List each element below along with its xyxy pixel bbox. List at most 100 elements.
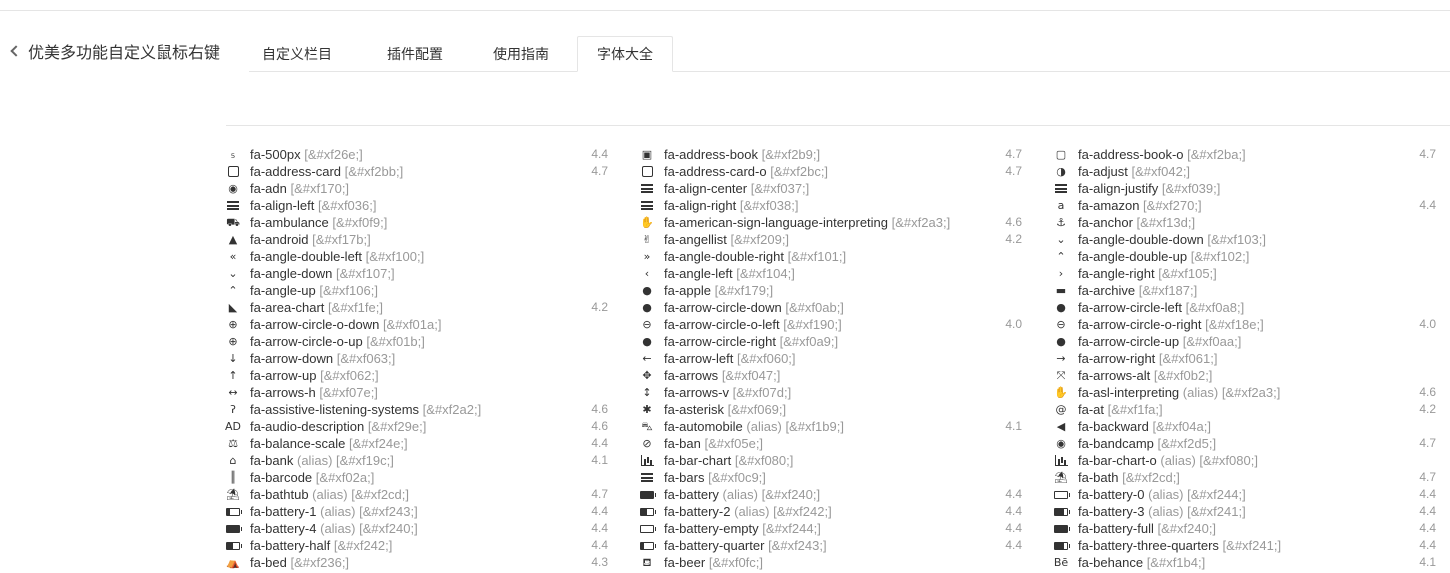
icon-class-name: fa-angle-right [&#xf105;] [1078, 265, 1217, 282]
icon-unicode: [&#xf2cd;] [351, 487, 410, 502]
icon-alias-tag: (alias) [1148, 487, 1184, 502]
icon-version: 4.4 [1005, 504, 1022, 518]
icon-list-item: ⛱ fa-bathtub (alias) [&#xf2cd;] 4.7 [226, 486, 608, 503]
arrows-h-icon: ↔ [228, 386, 238, 399]
icon-version: 4.6 [1005, 215, 1022, 229]
icon-class-name: fa-ban [&#xf05e;] [664, 435, 763, 452]
icon-list-item: fa-battery (alias) [&#xf240;] 4.4 [640, 486, 1022, 503]
icon-name: fa-angle-double-up [1078, 249, 1188, 264]
icon-list-item: ▣ fa-address-book [&#xf2b9;] 4.7 [640, 146, 1022, 163]
back-button[interactable]: 优美多功能自定义鼠标右键 [8, 41, 220, 62]
angle-double-right-icon: » [643, 250, 651, 263]
icon-class-name: fa-angle-left [&#xf104;] [664, 265, 795, 282]
icon-name: fa-anchor [1078, 215, 1133, 230]
tab-custom-columns[interactable]: 自定义栏目 [249, 36, 345, 71]
icon-unicode: [&#xf1b9;] [785, 419, 844, 434]
icon-class-name: fa-arrows [&#xf047;] [664, 367, 780, 384]
icon-name: fa-area-chart [250, 300, 325, 315]
icon-unicode: [&#xf101;] [787, 249, 847, 264]
tab-plugin-config[interactable]: 插件配置 [367, 36, 463, 71]
barcode-icon: ║ [229, 471, 237, 484]
tab-font-list[interactable]: 字体大全 [577, 36, 673, 72]
icon-list-item: Bē fa-behance [&#xf1b4;] 4.1 [1054, 554, 1436, 571]
arrows-icon: ✥ [642, 369, 652, 382]
icon-list-item: ✱ fa-asterisk [&#xf069;] [640, 401, 1022, 418]
icon-list-item: fa-battery-empty [&#xf244;] 4.4 [640, 520, 1022, 537]
icon-name: fa-bathtub [250, 487, 309, 502]
icon-class-name: fa-bath [&#xf2cd;] [1078, 469, 1180, 486]
icon-list-item: ✋ fa-american-sign-language-interpreting … [640, 214, 1022, 231]
icon-name: fa-align-left [250, 198, 315, 213]
icon-unicode: [&#xf243;] [359, 504, 418, 519]
icon-list-item: ← fa-arrow-left [&#xf060;] [640, 350, 1022, 367]
icon-name: fa-adjust [1078, 164, 1128, 179]
icon-version: 4.0 [1005, 317, 1022, 331]
icon-name: fa-american-sign-language-interpreting [664, 215, 889, 230]
icon-column-3: ▢ fa-address-book-o [&#xf2ba;] 4.7 ◑ fa-adju… [1054, 146, 1436, 571]
icon-class-name: fa-align-center [&#xf037;] [664, 180, 809, 197]
icon-list-item: ↕ fa-arrows-v [&#xf07d;] [640, 384, 1022, 401]
icon-version: 4.7 [591, 487, 608, 501]
icon-list-item: ◀ fa-backward [&#xf04a;] [1054, 418, 1436, 435]
icon-class-name: fa-balance-scale [&#xf24e;] [250, 435, 408, 452]
icon-name: fa-battery-empty [664, 521, 759, 536]
icon-version: 4.6 [591, 402, 608, 416]
icon-name: fa-audio-description [250, 419, 365, 434]
icon-list-item: ⌂ fa-bank (alias) [&#xf19c;] 4.1 [226, 452, 609, 469]
icon-name: fa-adn [250, 181, 287, 196]
icon-list-item: ● fa-arrow-circle-right [&#xf0a9;] [640, 333, 1022, 350]
icon-list-item: ◉ fa-bandcamp [&#xf2d5;] 4.7 [1054, 435, 1436, 452]
icon-unicode: [&#xf179;] [714, 283, 774, 298]
icon-unicode: [&#xf236;] [290, 555, 350, 570]
icon-version: 4.1 [1005, 419, 1022, 433]
icon-unicode: [&#xf13d;] [1136, 215, 1196, 230]
icon-alias-tag: (alias) [320, 504, 356, 519]
angle-right-icon: › [1058, 267, 1064, 280]
backward-icon: ◀ [1056, 420, 1066, 433]
icon-name: fa-beer [664, 555, 706, 570]
icon-unicode: [&#xf1fe;] [328, 300, 383, 315]
icon-list-item: › fa-angle-right [&#xf105;] [1054, 265, 1436, 282]
icon-unicode: [&#xf037;] [750, 181, 810, 196]
icon-class-name: fa-asl-interpreting (alias) [&#xf2a3;] [1078, 384, 1280, 401]
bandcamp-icon: ◉ [1056, 437, 1066, 450]
icon-name: fa-500px [250, 147, 301, 162]
icon-list-item: ▲ fa-android [&#xf17b;] [226, 231, 608, 248]
sign-language-icon: ✋ [640, 216, 654, 229]
icon-list-item: fa-bar-chart-o (alias) [&#xf080;] [1054, 452, 1436, 469]
battery-3-icon [1054, 505, 1070, 518]
icon-list-item: ‹ fa-angle-left [&#xf104;] [640, 265, 1022, 282]
tab-usage-guide[interactable]: 使用指南 [473, 36, 569, 71]
icon-name: fa-address-book-o [1078, 147, 1184, 162]
icon-alias-tag: (alias) [746, 419, 782, 434]
icon-list-item: ⌄ fa-angle-down [&#xf107;] [226, 265, 608, 282]
icon-class-name: fa-audio-description [&#xf29e;] [250, 418, 426, 435]
icon-name: fa-address-card [250, 164, 342, 179]
archive-icon: ▬ [1055, 284, 1067, 297]
assistive-listening-icon: ʔ [230, 403, 236, 416]
icon-name: fa-arrows-v [664, 385, 730, 400]
icon-class-name: fa-address-book-o [&#xf2ba;] [1078, 146, 1246, 163]
icon-list-item: fa-align-right [&#xf038;] [640, 197, 1022, 214]
battery-icon [640, 488, 656, 501]
icon-class-name: fa-apple [&#xf179;] [664, 282, 773, 299]
icon-unicode: [&#xf069;] [727, 402, 787, 417]
content-divider [226, 125, 1450, 126]
icon-unicode: [&#xf061;] [1158, 351, 1218, 366]
icon-list-item: fa-bars [&#xf0c9;] [640, 469, 1022, 486]
bar-chart-icon [640, 454, 654, 467]
icon-name: fa-balance-scale [250, 436, 346, 451]
icon-version: 4.4 [1419, 504, 1436, 518]
icon-class-name: fa-backward [&#xf04a;] [1078, 418, 1211, 435]
icon-alias-tag: (alias) [734, 504, 770, 519]
icon-list-item: fa-battery-half [&#xf242;] 4.4 [226, 537, 608, 554]
icon-name: fa-arrow-circle-o-down [250, 317, 380, 332]
icon-unicode: [&#xf2b9;] [761, 147, 821, 162]
icon-class-name: fa-assistive-listening-systems [&#xf2a2;… [250, 401, 481, 418]
icon-class-name: fa-arrow-circle-down [&#xf0ab;] [664, 299, 844, 316]
icon-name: fa-angle-down [250, 266, 333, 281]
icon-unicode: [&#xf07d;] [732, 385, 792, 400]
icon-unicode: [&#xf170;] [290, 181, 350, 196]
icon-version: 4.1 [1419, 555, 1436, 569]
icon-version: 4.7 [1419, 436, 1436, 450]
